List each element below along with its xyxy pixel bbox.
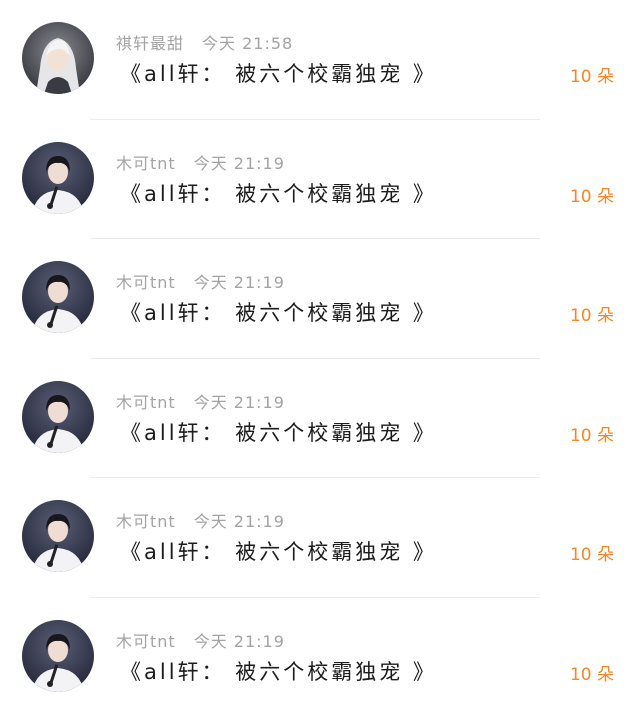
message-title[interactable]: 《all轩： 被六个校霸独宠 》: [120, 297, 437, 327]
singer-portrait-avatar-icon: [22, 500, 94, 572]
list-item[interactable]: 祺轩最甜今天 21:58 《all轩： 被六个校霸独宠 》 10 朵: [0, 0, 640, 120]
sender-name[interactable]: 木可tnt: [116, 512, 176, 531]
avatar[interactable]: [22, 381, 94, 453]
reward-count: 10 朵: [570, 182, 614, 207]
sender-name[interactable]: 木可tnt: [116, 273, 176, 292]
reward-count: 10 朵: [570, 301, 614, 326]
sender-name[interactable]: 木可tnt: [116, 632, 176, 651]
message-title[interactable]: 《all轩： 被六个校霸独宠 》: [120, 58, 437, 88]
timestamp: 今天 21:19: [194, 273, 285, 292]
message-list: 祺轩最甜今天 21:58 《all轩： 被六个校霸独宠 》 10 朵: [0, 0, 640, 716]
sender-name[interactable]: 木可tnt: [116, 393, 176, 412]
white-hair-portrait-avatar-icon: [22, 22, 94, 94]
timestamp: 今天 21:19: [194, 512, 285, 531]
message-title[interactable]: 《all轩： 被六个校霸独宠 》: [120, 536, 437, 566]
timestamp: 今天 21:19: [194, 154, 285, 173]
singer-portrait-avatar-icon: [22, 381, 94, 453]
timestamp: 今天 21:19: [194, 632, 285, 651]
timestamp: 今天 21:58: [202, 34, 293, 53]
reward-count: 10 朵: [570, 540, 614, 565]
list-item[interactable]: 木可tnt 今天 21:19 《all轩： 被六个校霸独宠 》 10 朵: [0, 359, 640, 479]
sender-name[interactable]: 木可tnt: [116, 154, 176, 173]
message-title[interactable]: 《all轩： 被六个校霸独宠 》: [120, 178, 437, 208]
avatar[interactable]: [22, 500, 94, 572]
avatar[interactable]: [22, 261, 94, 333]
singer-portrait-avatar-icon: [22, 620, 94, 692]
avatar[interactable]: [22, 620, 94, 692]
list-item[interactable]: 木可tnt 今天 21:19 《all轩： 被六个校霸独宠 》 10 朵: [0, 120, 640, 240]
message-title[interactable]: 《all轩： 被六个校霸独宠 》: [120, 656, 437, 686]
list-item[interactable]: 木可tnt 今天 21:19 《all轩： 被六个校霸独宠 》 10 朵: [0, 239, 640, 359]
timestamp: 今天 21:19: [194, 393, 285, 412]
reward-count: 10 朵: [570, 660, 614, 685]
list-item[interactable]: 木可tnt 今天 21:19 《all轩： 被六个校霸独宠 》 10 朵: [0, 478, 640, 598]
singer-portrait-avatar-icon: [22, 261, 94, 333]
avatar[interactable]: [22, 142, 94, 214]
list-item[interactable]: 木可tnt 今天 21:19 《all轩： 被六个校霸独宠 》 10 朵: [0, 598, 640, 717]
sender-name[interactable]: 祺轩最甜: [116, 34, 184, 53]
singer-portrait-avatar-icon: [22, 142, 94, 214]
reward-count: 10 朵: [570, 421, 614, 446]
message-title[interactable]: 《all轩： 被六个校霸独宠 》: [120, 417, 437, 447]
reward-count: 10 朵: [570, 62, 614, 87]
avatar[interactable]: [22, 22, 94, 94]
